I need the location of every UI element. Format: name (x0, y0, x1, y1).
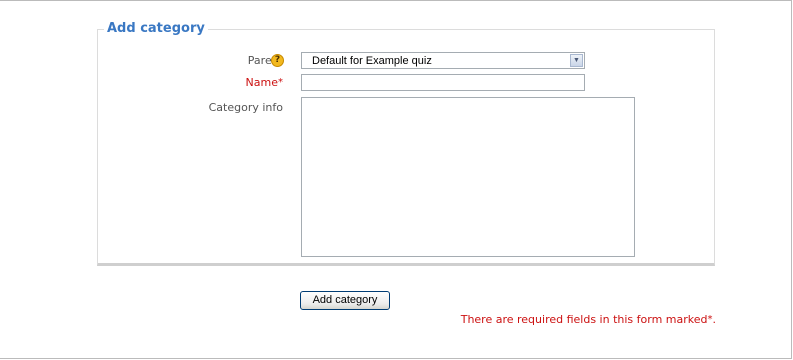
required-note-text: There are required fields in this form m… (460, 313, 708, 326)
category-info-textarea[interactable] (301, 97, 635, 257)
add-category-button[interactable]: Add category (300, 291, 390, 310)
fieldset-legend: Add category (104, 21, 208, 37)
chevron-down-icon[interactable]: ▼ (570, 54, 583, 67)
required-fields-note: There are required fields in this form m… (461, 313, 716, 327)
parent-select[interactable]: Default for Example quiz ▼ (301, 52, 585, 69)
required-note-end: . (712, 313, 717, 326)
name-field[interactable] (301, 74, 585, 91)
name-label-text: Name (245, 76, 278, 89)
help-icon[interactable]: ? (271, 54, 284, 67)
parent-select-value: Default for Example quiz (312, 55, 432, 67)
category-info-label: Category info (208, 101, 283, 114)
required-mark: * (278, 77, 283, 88)
name-label: Name* (246, 76, 283, 90)
